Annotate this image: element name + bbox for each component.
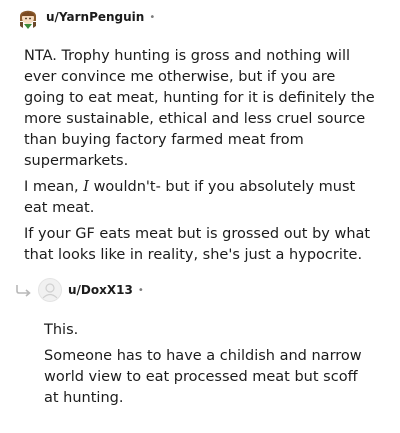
comment-paragraph: NTA. Trophy hunting is gross and nothing… — [24, 48, 375, 169]
comment-body: This. Someone has to have a childish and… — [44, 320, 374, 409]
comment-paragraph: Someone has to have a childish and narro… — [44, 348, 362, 406]
reply-arrow-icon — [16, 285, 31, 297]
comment-body: NTA. Trophy hunting is gross and nothing… — [24, 46, 378, 266]
text-segment: I mean, — [24, 179, 84, 195]
comment-paragraph: I mean, I wouldn't- but if you absolutel… — [24, 177, 378, 219]
separator-dot: • — [137, 284, 144, 296]
comment-paragraph: If your GF eats meat but is grossed out … — [24, 226, 371, 263]
comment-paragraph: This. — [44, 322, 79, 338]
username[interactable]: u/DoxX13 — [68, 283, 133, 297]
separator-dot: • — [149, 11, 156, 23]
username[interactable]: u/YarnPenguin — [46, 10, 144, 24]
anime-character-avatar-icon[interactable] — [16, 5, 40, 29]
comment-header: u/YarnPenguin • — [16, 5, 155, 29]
default-user-avatar-icon[interactable] — [38, 278, 62, 302]
comment-header: u/DoxX13 • — [38, 278, 144, 302]
